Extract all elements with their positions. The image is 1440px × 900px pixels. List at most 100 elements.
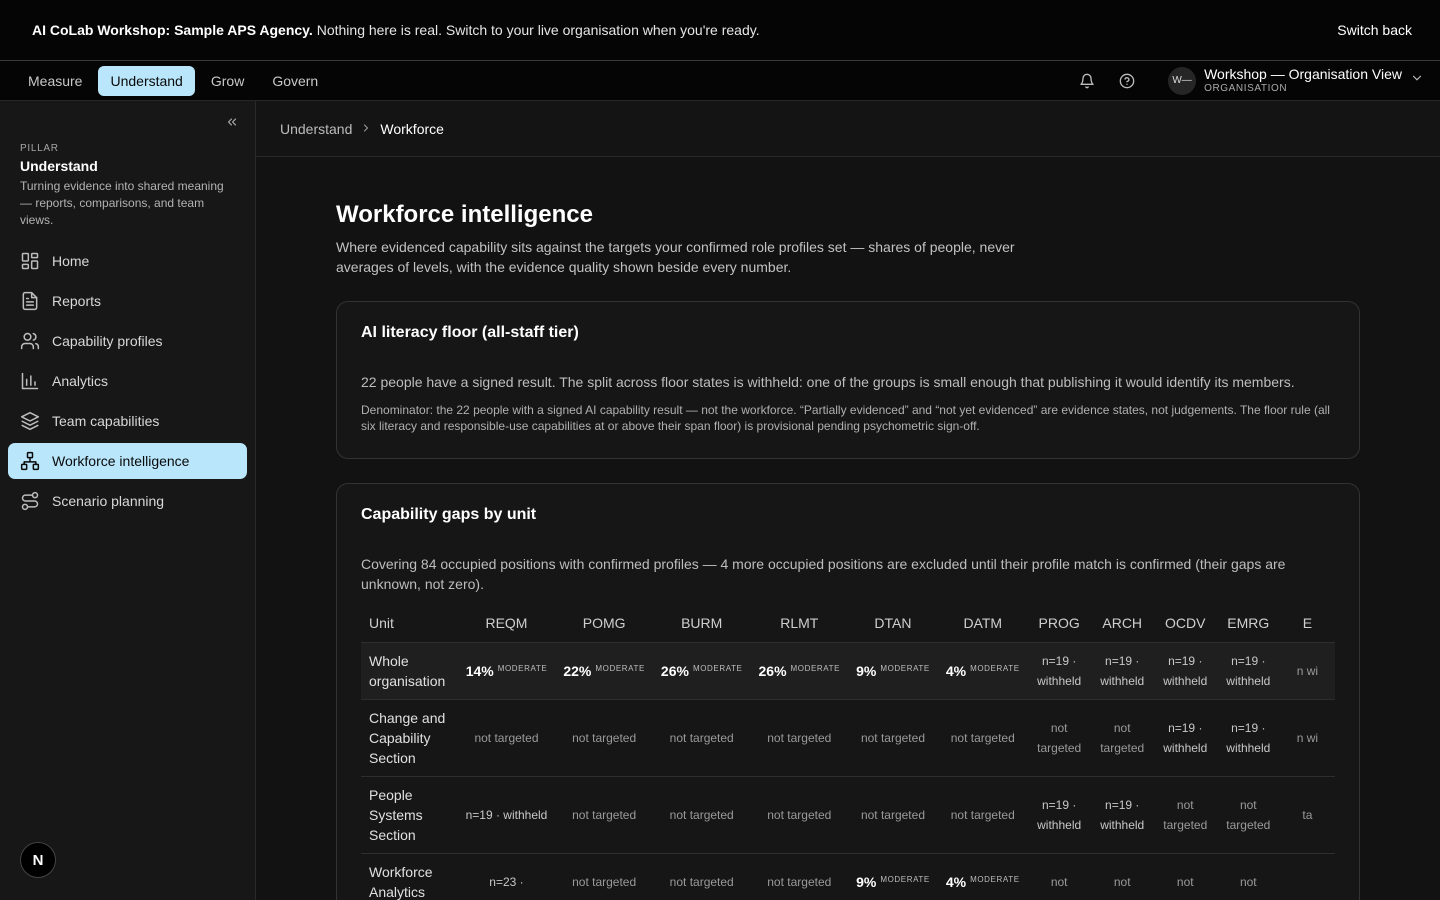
gap-cell: 14% MODERATE [457,641,556,699]
gap-cell: not targeted [848,698,938,776]
pillar-description: Turning evidence into shared meaning — r… [20,179,224,227]
pillar-tabs: Measure Understand Grow Govern [16,65,330,96]
gap-text: not [1176,874,1194,889]
gap-cell: 9% MODERATE [848,852,938,900]
gap-cell: not targeted [1027,698,1091,776]
sidebar-item-reports[interactable]: Reports [8,283,247,319]
gap-cell: not [1090,852,1154,900]
gap-cell: 4% MODERATE [937,852,1028,900]
gap-percentage: 14% [465,662,494,679]
gap-text: not targeted [572,807,637,822]
tab-understand[interactable]: Understand [98,65,195,96]
column-header: POMG [582,614,626,631]
unit-name: People Systems Section [361,775,458,853]
column-header: RLMT [780,614,819,631]
sidebar-item-label: Reports [52,293,102,309]
column-header: DATM [963,614,1003,631]
gap-percentage: 4% [945,873,967,890]
gaps-table-scroll[interactable]: Unit REQM POMG BURM RLMT DTAN DATM PROG ARCH OCDV… [361,604,1335,900]
sidebar-item-scenario-planning[interactable]: Scenario planning [8,483,247,519]
evidence-quality-tag: MODERATE [790,663,841,673]
sidebar-item-label: Team capabilities [52,413,160,429]
tab-govern[interactable]: Govern [260,66,330,96]
table-row: People Systems Section n=19 · withheld not… [361,775,1335,853]
app-layout: PILLAR Understand Turning evidence into … [0,101,1440,900]
gap-text: not targeted [669,730,734,745]
column-header: DTAN [874,614,912,631]
sidebar-item-label: Capability profiles [52,333,163,349]
banner-text: Nothing here is real. Switch to your liv… [316,22,760,38]
tab-grow[interactable]: Grow [199,66,256,96]
gap-cell: n wi [1279,698,1335,776]
gap-text: not targeted [669,807,734,822]
gap-cell: n=19 · withheld [457,775,556,853]
gap-cell: not targeted [1153,775,1217,853]
switch-back-button[interactable]: Switch back [1337,22,1412,38]
gap-percentage: 26% [660,662,689,679]
table-row: Workforce Analytics n=23 · not targeted not… [361,852,1335,900]
sidebar-item-workforce-intelligence[interactable]: Workforce intelligence [8,443,247,479]
table-row: Change and Capability Section not targete… [361,698,1335,776]
gap-text: n=19 · withheld [1037,653,1082,688]
sidebar-item-analytics[interactable]: Analytics [8,363,247,399]
header-actions: W— Workshop — Organisation View ORGANISA… [1078,66,1424,96]
column-header: BURM [681,614,723,631]
gap-cell: n=19 · withheld [1216,641,1280,699]
gap-cell: 9% MODERATE [848,641,938,699]
tab-measure[interactable]: Measure [16,66,94,96]
evidence-quality-tag: MODERATE [970,874,1020,884]
gap-cell: not targeted [750,852,849,900]
avatar: W— [1168,66,1197,95]
gap-cell: not targeted [1090,698,1154,776]
gap-text: not targeted [572,874,637,889]
gap-text: not targeted [860,807,925,822]
collapse-sidebar-icon[interactable] [225,115,239,133]
unit-name: Whole organisation [361,641,458,699]
bell-icon[interactable] [1078,72,1096,90]
table-header-row: Unit REQM POMG BURM RLMT DTAN DATM PROG ARCH OCDV… [361,604,1335,642]
gap-text: not targeted [572,730,637,745]
gap-cell: not targeted [555,698,653,776]
card-footnote: Denominator: the 22 people with a signed… [361,403,1330,433]
gap-text: n=19 · withheld [1100,653,1145,688]
gap-text: not targeted [767,730,832,745]
evidence-quality-tag: MODERATE [970,663,1020,673]
users-icon [20,332,40,350]
gap-cell: not targeted [750,775,849,853]
sidebar-item-label: Scenario planning [52,493,165,509]
gap-text: not [1239,874,1257,889]
column-header: Unit [369,614,394,631]
gap-percentage: 26% [758,662,787,679]
gap-text: not [1113,874,1131,889]
gap-cell: not targeted [750,698,849,776]
workshop-banner: AI CoLab Workshop: Sample APS Agency. No… [0,0,1440,61]
breadcrumb-parent[interactable]: Understand [280,121,352,137]
gap-cell: not [1027,852,1091,900]
gap-text: n=19 · withheld [465,807,548,822]
chevron-right-icon [360,121,372,137]
organisation-switcher[interactable]: W— Workshop — Organisation View ORGANISA… [1168,66,1424,96]
gap-text: not targeted [767,874,832,889]
gap-text: not targeted [767,807,832,822]
gap-cell: not targeted [652,775,751,853]
sidebar: PILLAR Understand Turning evidence into … [0,101,256,900]
pillar-title: Understand [20,158,98,174]
sidebar-item-capability-profiles[interactable]: Capability profiles [8,323,247,359]
gap-percentage: 4% [945,662,967,679]
organisation-label: Workshop — Organisation View ORGANISATIO… [1204,66,1402,96]
gap-text: not targeted [474,730,539,745]
card-title: AI literacy floor (all-staff tier) [361,324,579,341]
gap-percentage: 9% [856,873,877,890]
app-badge[interactable]: N [20,842,56,878]
banner-strong: AI CoLab Workshop: Sample APS Agency. [32,22,313,38]
card-body: 22 people have a signed result. The spli… [361,374,1295,390]
unit-name: Change and Capability Section [361,698,458,776]
gap-text: n wi [1296,663,1319,678]
sidebar-item-home[interactable]: Home [8,243,247,279]
help-icon[interactable] [1118,72,1136,90]
gap-cell: n=19 · withheld [1027,775,1091,853]
gap-cell: not [1216,852,1280,900]
column-header: ARCH [1102,614,1143,631]
sidebar-item-team-capabilities[interactable]: Team capabilities [8,403,247,439]
evidence-quality-tag: MODERATE [692,663,743,673]
